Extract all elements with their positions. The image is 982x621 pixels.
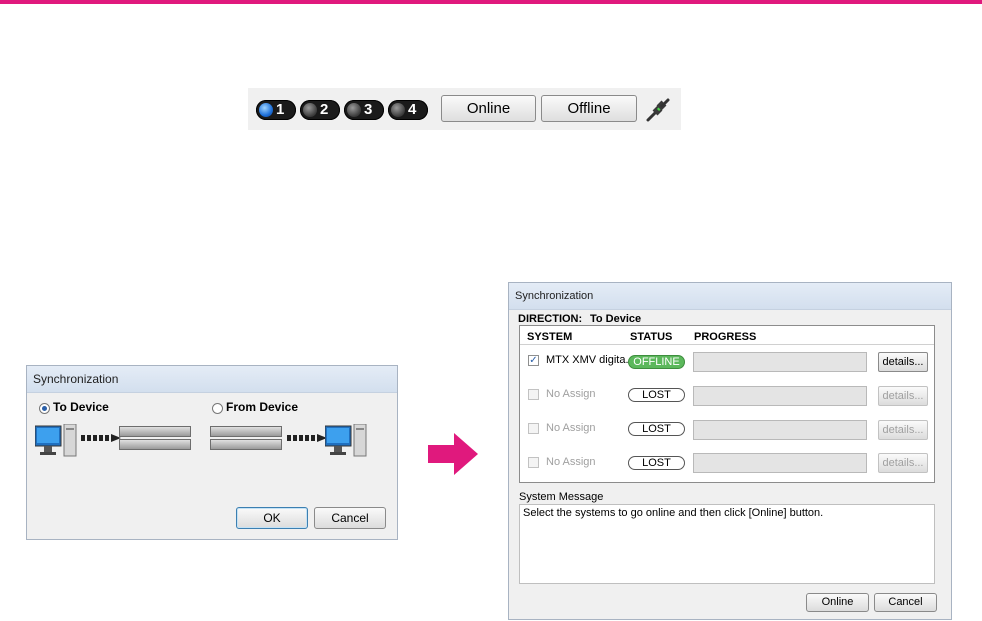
from-device-label: From Device: [226, 400, 299, 414]
device-rack-icon: [210, 426, 282, 437]
system-message-label: System Message: [519, 491, 604, 503]
to-device-label: To Device: [53, 400, 109, 414]
system-4-button[interactable]: 4: [388, 100, 428, 120]
arrow-right-icon: [81, 434, 121, 442]
computer-icon: [35, 424, 77, 457]
system-checkbox[interactable]: [528, 423, 539, 434]
accent-top-bar: [0, 0, 982, 4]
progress-bar: [693, 453, 867, 473]
to-device-radio[interactable]: [39, 403, 50, 414]
status-badge: LOST: [628, 456, 685, 470]
details-button[interactable]: details...: [878, 352, 928, 372]
arrow-right-icon: [428, 433, 478, 475]
system-3-button[interactable]: 3: [344, 100, 384, 120]
device-rack-icon: [210, 439, 282, 450]
plug-connected-icon: [646, 98, 670, 122]
details-button[interactable]: details...: [878, 453, 928, 473]
status-badge: OFFLINE: [628, 355, 685, 369]
direction-label: DIRECTION:: [518, 313, 583, 325]
status-led-icon: [347, 103, 361, 117]
dialog-title: Synchronization: [27, 366, 397, 393]
status-led-icon: [259, 103, 273, 117]
column-progress: PROGRESS: [694, 331, 757, 343]
system-checkbox[interactable]: [528, 389, 539, 400]
online-button[interactable]: Online: [806, 593, 869, 612]
status-led-icon: [303, 103, 317, 117]
system-2-button[interactable]: 2: [300, 100, 340, 120]
system-checkbox[interactable]: ✓: [528, 355, 539, 366]
offline-button[interactable]: Offline: [541, 95, 637, 122]
table-header: SYSTEM STATUS PROGRESS: [520, 326, 934, 345]
sync-direction-dialog: Synchronization To Device From Device OK…: [26, 365, 398, 540]
column-system: SYSTEM: [527, 331, 573, 343]
system-name: MTX XMV digita...: [546, 354, 635, 366]
progress-bar: [693, 420, 867, 440]
ok-button[interactable]: OK: [236, 507, 308, 529]
cancel-button[interactable]: Cancel: [874, 593, 937, 612]
cancel-button[interactable]: Cancel: [314, 507, 386, 529]
from-device-radio[interactable]: [212, 403, 223, 414]
status-badge: LOST: [628, 388, 685, 402]
details-button[interactable]: details...: [878, 386, 928, 406]
status-led-icon: [391, 103, 405, 117]
progress-bar: [693, 352, 867, 372]
system-name: No Assign: [546, 422, 596, 434]
arrow-right-icon: [287, 434, 327, 442]
computer-icon: [325, 424, 367, 457]
system-table: SYSTEM STATUS PROGRESS ✓ MTX XMV digita.…: [519, 325, 935, 483]
progress-bar: [693, 386, 867, 406]
details-button[interactable]: details...: [878, 420, 928, 440]
dialog-title: Synchronization: [509, 283, 951, 310]
system-message-box: Select the systems to go online and then…: [519, 504, 935, 584]
system-1-button[interactable]: 1: [256, 100, 296, 120]
column-status: STATUS: [630, 331, 673, 343]
online-toolbar: 1 2 3 4 Online Offline: [248, 88, 681, 130]
direction-value: To Device: [590, 313, 642, 325]
status-badge: LOST: [628, 422, 685, 436]
device-rack-icon: [119, 439, 191, 450]
system-name: No Assign: [546, 388, 596, 400]
online-button[interactable]: Online: [441, 95, 536, 122]
device-rack-icon: [119, 426, 191, 437]
system-checkbox[interactable]: [528, 457, 539, 468]
system-name: No Assign: [546, 456, 596, 468]
